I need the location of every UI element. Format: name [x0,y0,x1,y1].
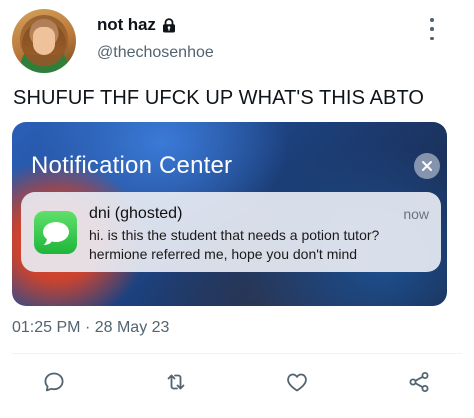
tweet-time[interactable]: 01:25 PM [12,319,80,336]
notification-center-title: Notification Center [31,152,233,179]
messages-icon [34,211,77,254]
tweet-media-image[interactable]: Notification Center dni (ghosted) now hi… [12,122,447,306]
tweet-meta: 01:25 PM · 28 May 23 [12,319,169,337]
author-handle[interactable]: @thechosenhoe [97,44,214,62]
meta-separator: · [84,319,91,336]
notification-card[interactable]: dni (ghosted) now hi. is this the studen… [21,192,441,272]
action-bar [0,365,474,399]
tweet-date[interactable]: 28 May 23 [95,319,170,336]
like-icon[interactable] [283,369,311,395]
notification-time: now [403,206,429,222]
share-icon[interactable] [405,369,433,395]
avatar-face [33,27,55,55]
notification-sender: dni (ghosted) [89,205,183,222]
author-name-row: not haz [97,15,176,35]
close-icon[interactable] [414,153,440,179]
display-name[interactable]: not haz [97,15,156,35]
more-options-icon[interactable] [428,18,436,40]
retweet-icon[interactable] [162,369,190,395]
reply-icon[interactable] [40,369,68,395]
tweet-text: SHUFUF THF UFCK UP WHAT'S THIS ABTO [13,87,425,109]
divider [12,353,462,354]
notification-message-line2: hermione referred me, hope you don't min… [89,246,358,262]
avatar[interactable] [12,9,76,73]
lock-icon [162,17,176,33]
notification-message-line1: hi. is this the student that needs a pot… [89,227,380,243]
